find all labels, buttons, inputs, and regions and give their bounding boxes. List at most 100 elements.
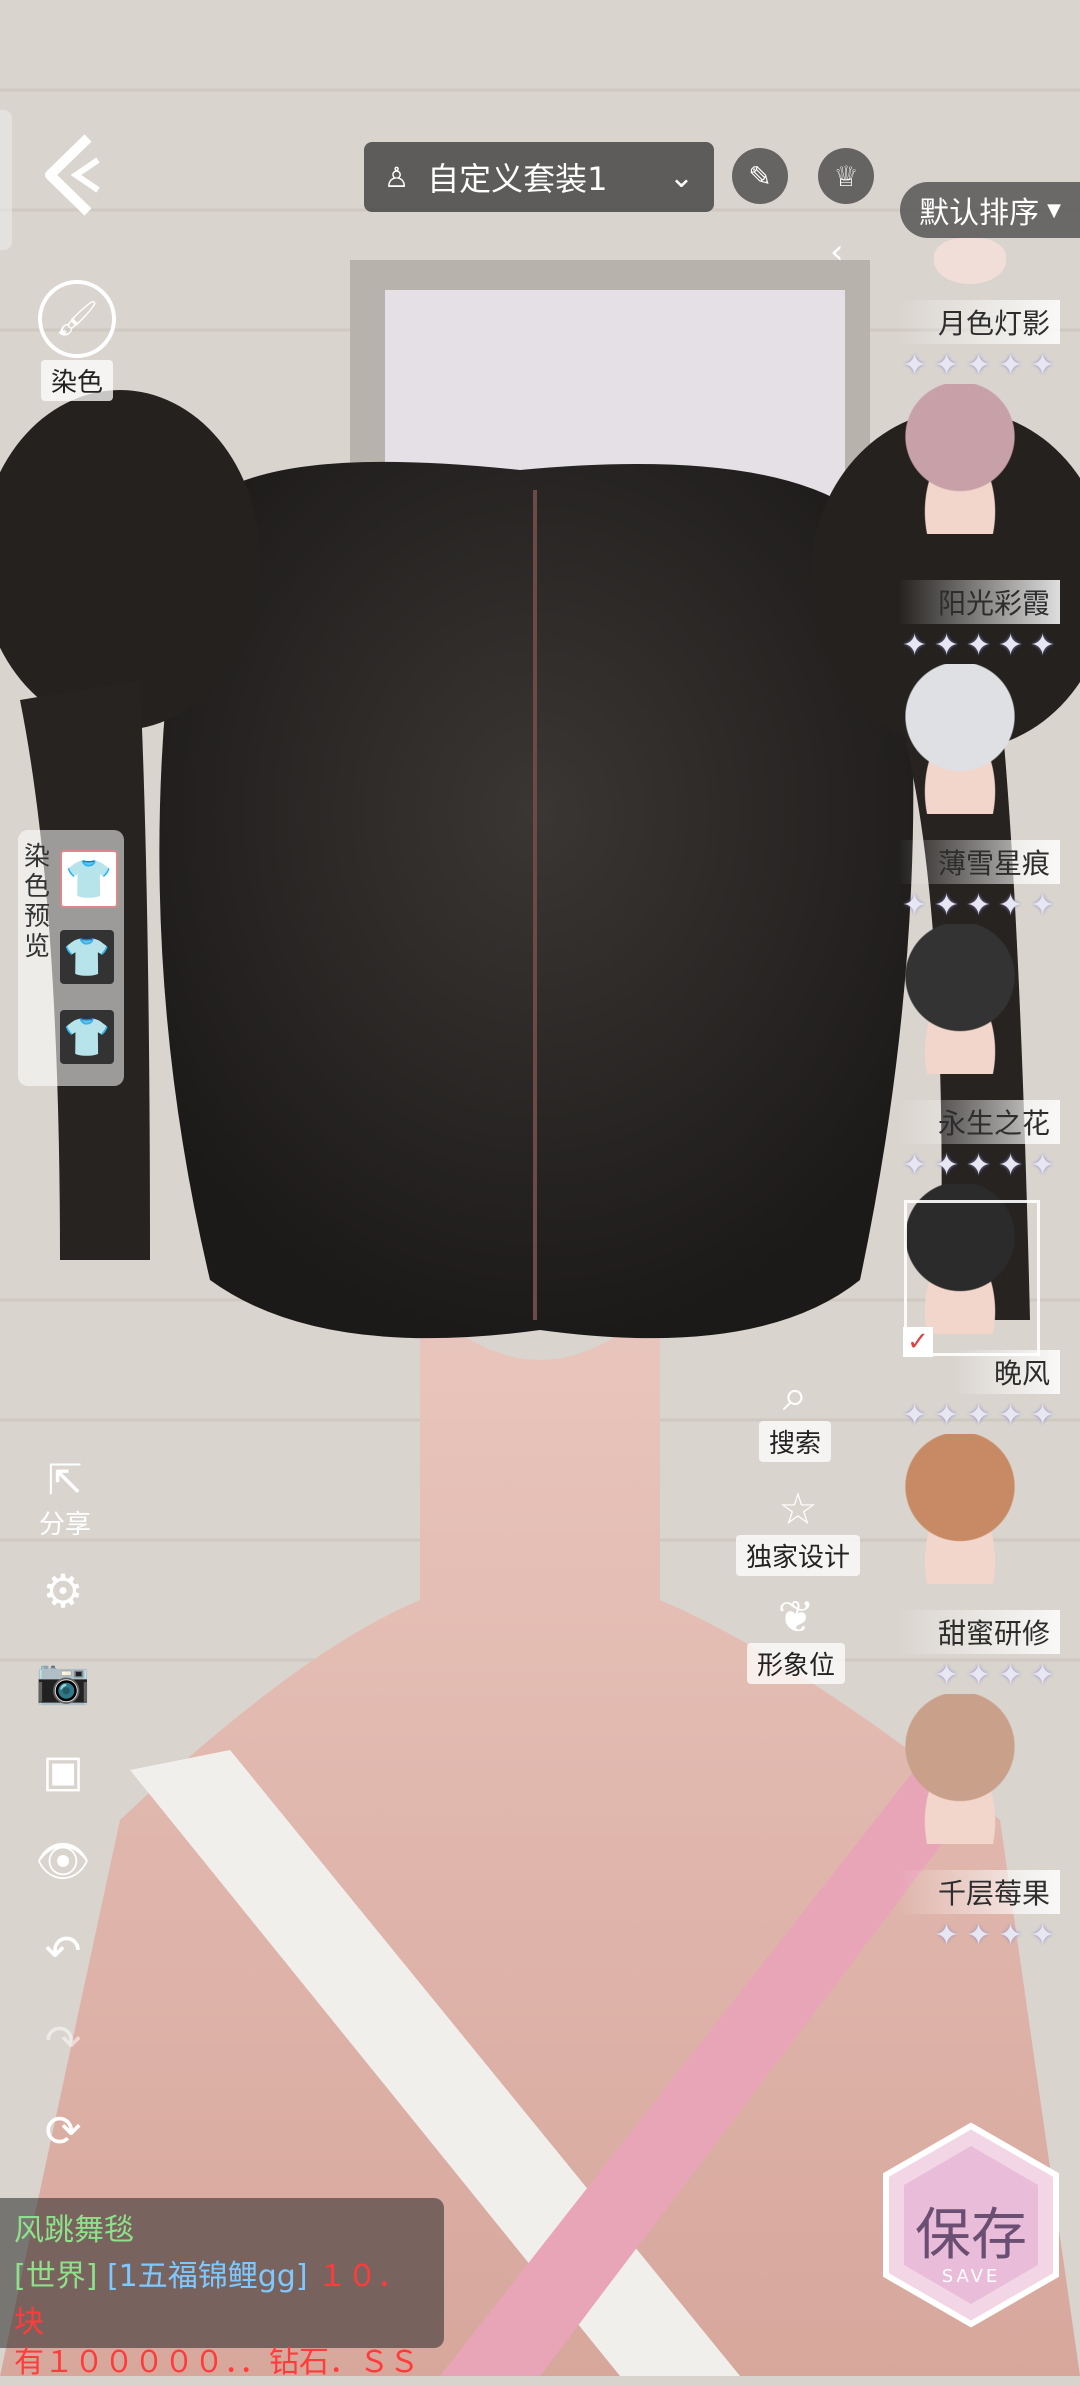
star-icon: ✦ xyxy=(934,348,960,383)
hair-item-name: 阳光彩霞 xyxy=(897,580,1060,624)
star-icon: ✦ xyxy=(966,628,992,663)
save-label: 保存 xyxy=(915,2203,1027,2268)
star-icon: ✦ xyxy=(966,348,992,383)
star-icon: ✦ xyxy=(934,1148,960,1183)
dye-button[interactable]: 🖌 染色 xyxy=(22,280,132,401)
save-sub-label: SAVE xyxy=(941,2266,1001,2287)
share-icon: ⇱ xyxy=(47,1455,83,1504)
hair-profile-icon: ❦ xyxy=(777,1592,815,1643)
hair-list-item[interactable]: 薄雪星痕 ✦ ✦ ✦ ✦ ✦ xyxy=(860,840,1060,1074)
chevron-down-icon: ⌄ xyxy=(668,159,694,195)
share-button[interactable]: ⇱ 分享 xyxy=(30,1455,100,1541)
chat-user[interactable]: [1五福锦鲤gg] xyxy=(107,2259,308,2294)
star-icon: ✦ xyxy=(1030,1398,1056,1433)
star-icon: ✦ xyxy=(998,1148,1024,1183)
share-label: 分享 xyxy=(38,1510,91,1540)
dress-icon: ♕ xyxy=(833,159,859,193)
star-icon: ✦ xyxy=(902,1398,928,1433)
star-icon: ✦ xyxy=(934,1398,960,1433)
star-icon: ✦ xyxy=(1030,1658,1056,1693)
reset-button[interactable]: ⟳ xyxy=(32,2100,94,2162)
hair-item-name: 甜蜜研修 xyxy=(897,1610,1060,1654)
chevron-left-icon: ‹ xyxy=(830,232,844,272)
shirt-swatch-white[interactable]: 👕 xyxy=(60,930,114,984)
hair-item-name: 千层莓果 xyxy=(897,1870,1060,1914)
hair-item-stars: ✦ ✦ ✦ ✦ ✦ xyxy=(902,628,1060,663)
outfit-dress-button[interactable]: ♕ xyxy=(818,148,874,204)
hair-item-stars: ✦ ✦ ✦ ✦ ✦ xyxy=(902,348,1060,383)
exclusive-label: 独家设计 xyxy=(735,1535,860,1576)
hair-thumbnail[interactable] xyxy=(890,384,1030,534)
star-icon: ✦ xyxy=(934,1658,960,1693)
star-icon: ✦ xyxy=(966,888,992,923)
caret-down-icon: ▼ xyxy=(1047,199,1061,221)
undo-button[interactable]: ↶ xyxy=(32,1920,94,1982)
settings-button[interactable]: ⚙ xyxy=(32,1560,94,1622)
dress-icon: ♙ xyxy=(384,160,410,194)
refresh-icon: ⟳ xyxy=(44,2105,82,2157)
sort-label: 默认排序 xyxy=(919,196,1040,231)
hide-ui-button[interactable]: 👁 xyxy=(32,1830,94,1892)
hair-item-stars: ✦ ✦ ✦ ✦ ✦ xyxy=(902,888,1060,923)
hair-list-item[interactable]: 千层莓果 ✦ ✦ ✦ ✦ xyxy=(860,1870,1060,1953)
camera-icon: 📷 xyxy=(35,1656,91,1707)
star-outline-icon: ☆ xyxy=(778,1484,818,1535)
star-icon: ✦ xyxy=(902,888,928,923)
shirt-swatch-white-2[interactable]: 👕 xyxy=(60,1010,114,1064)
shirt-swatch-pink[interactable]: 👕 xyxy=(60,850,118,908)
star-icon: ✦ xyxy=(1030,628,1056,663)
camera-button[interactable]: 📷 xyxy=(32,1650,94,1712)
sort-dropdown[interactable]: 默认排序 ▼ xyxy=(900,182,1080,238)
hair-item-stars: ✦ ✦ ✦ ✦ ✦ xyxy=(902,1148,1060,1183)
star-icon: ✦ xyxy=(902,628,928,663)
top-hair-thumb[interactable] xyxy=(934,238,1006,284)
chat-box[interactable]: 风跳舞毯 [世界] [1五福锦鲤gg] １０．块 有１０００００．．钻石．ＳＳ xyxy=(0,2198,444,2380)
hair-thumbnail[interactable] xyxy=(890,664,1030,814)
star-icon: ✦ xyxy=(966,1148,992,1183)
selected-frame: ✓ xyxy=(903,1200,1040,1357)
exclusive-design-button[interactable]: ☆ 独家设计 xyxy=(728,1484,868,1576)
star-icon: ✦ xyxy=(998,1918,1024,1953)
hair-list-item[interactable]: 甜蜜研修 ✦ ✦ ✦ ✦ xyxy=(860,1610,1060,1844)
gallery-button[interactable]: ▣ xyxy=(32,1740,94,1802)
back-arrow-icon xyxy=(45,134,100,216)
chat-line-1: 风跳舞毯 xyxy=(14,2213,134,2248)
search-button[interactable]: ⌕ 搜索 xyxy=(740,1370,850,1462)
hair-list-item[interactable]: 晚风 ✦ ✦ ✦ ✦ ✦ ✓ xyxy=(860,1200,1060,1584)
hair-item-stars: ✦ ✦ ✦ ✦ xyxy=(934,1918,1060,1953)
eye-icon: 👁 xyxy=(35,1836,91,1887)
edge-tab xyxy=(0,110,12,250)
image-slot-button[interactable]: ❦ 形象位 xyxy=(736,1592,856,1684)
star-icon: ✦ xyxy=(998,888,1024,923)
save-button[interactable]: 保存 SAVE xyxy=(876,2120,1066,2330)
outfit-selector[interactable]: ♙ 自定义套装1 ⌄ xyxy=(364,142,714,212)
edit-pen-button[interactable]: ✎ xyxy=(732,148,788,204)
undo-icon: ↶ xyxy=(44,1925,82,1977)
star-icon: ✦ xyxy=(1030,888,1056,923)
star-icon: ✦ xyxy=(934,888,960,923)
dye-preview-panel: 染色预览 👕 👕 👕 xyxy=(18,830,124,1086)
hair-item-name: 月色灯影 xyxy=(897,300,1060,344)
redo-button[interactable]: ↷ xyxy=(32,2010,94,2072)
image-slot-label: 形象位 xyxy=(746,1643,845,1684)
chat-line-2: [世界] [1五福锦鲤gg] １０．块 xyxy=(14,2254,430,2346)
star-icon: ✦ xyxy=(934,1918,960,1953)
back-button[interactable] xyxy=(36,130,106,220)
dye-brush-icon: 🖌 xyxy=(38,280,116,358)
search-label: 搜索 xyxy=(758,1421,831,1462)
collapse-list-button[interactable]: ‹ xyxy=(830,232,860,272)
hair-list-item[interactable]: 阳光彩霞 ✦ ✦ ✦ ✦ ✦ xyxy=(860,580,1060,814)
hair-thumbnail[interactable] xyxy=(890,924,1030,1074)
chat-channel: [世界] xyxy=(14,2259,98,2294)
search-icon: ⌕ xyxy=(782,1370,808,1421)
hair-thumbnail[interactable] xyxy=(890,1694,1030,1844)
hair-thumbnail[interactable] xyxy=(890,1434,1030,1584)
hair-item-stars: ✦ ✦ ✦ ✦ ✦ xyxy=(902,1398,1060,1433)
star-icon: ✦ xyxy=(966,1658,992,1693)
redo-icon: ↷ xyxy=(44,2015,82,2067)
star-icon: ✦ xyxy=(966,1398,992,1433)
hair-list-item[interactable]: 月色灯影 ✦ ✦ ✦ ✦ ✦ xyxy=(860,300,1060,534)
dye-label: 染色 xyxy=(40,360,113,401)
star-icon: ✦ xyxy=(1030,1918,1056,1953)
star-icon: ✦ xyxy=(1030,1148,1056,1183)
